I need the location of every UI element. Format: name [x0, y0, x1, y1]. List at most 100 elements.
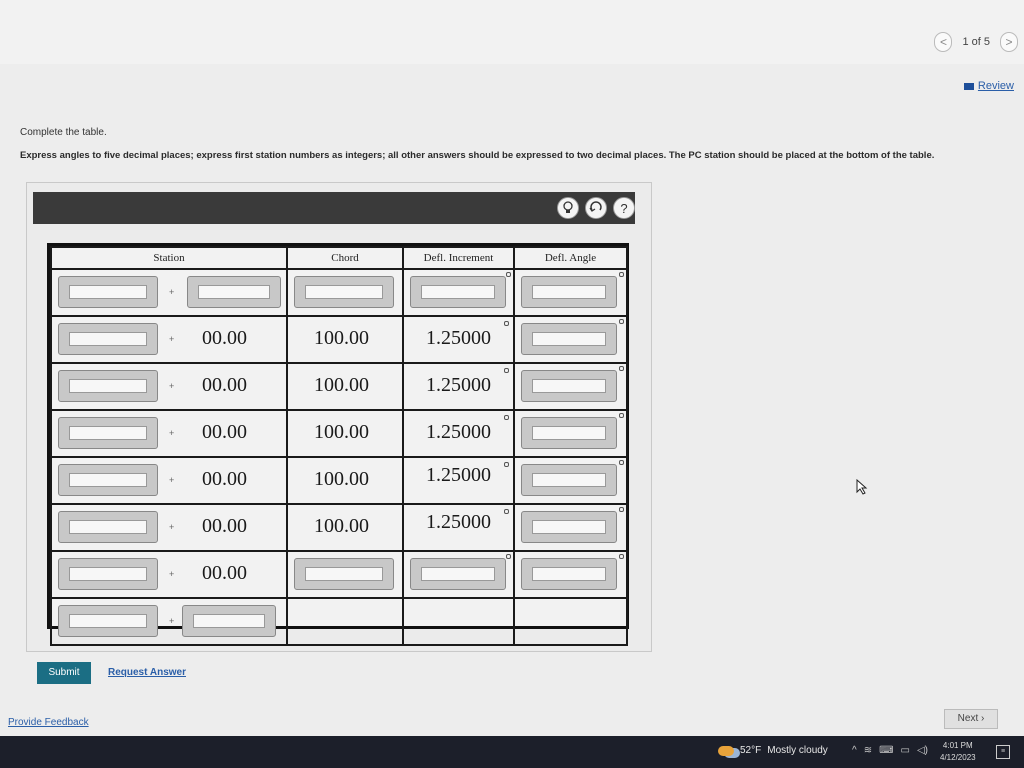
defl-increment-cell: 1.25000: [402, 315, 515, 364]
station-plus-value: 00.00: [202, 515, 247, 537]
station-plus-value: 00.00: [202, 327, 247, 349]
review-label[interactable]: Review: [978, 80, 1014, 92]
degree-icon: [619, 554, 624, 559]
table-row: + 00.00: [50, 550, 628, 599]
mouse-cursor-icon: [856, 478, 868, 498]
defl-angle-input[interactable]: [521, 464, 617, 496]
defl-angle-input[interactable]: [521, 370, 617, 402]
defl-increment-value: 1.25000: [426, 421, 491, 443]
provide-feedback-link[interactable]: Provide Feedback: [8, 717, 89, 728]
plus-sign: +: [169, 616, 175, 626]
station-number-input[interactable]: [58, 370, 158, 402]
question-counter: 1 of 5: [962, 36, 990, 48]
station-plus-input[interactable]: [182, 605, 276, 637]
chord-cell: [286, 268, 404, 317]
weather-condition: Mostly cloudy: [767, 745, 828, 756]
tray-chevron-icon[interactable]: ^: [852, 745, 857, 756]
station-cell: + 00.00: [50, 550, 288, 599]
keyboard-icon[interactable]: ⌨: [879, 745, 893, 756]
degree-icon: [504, 462, 509, 467]
volume-icon[interactable]: ◁): [917, 745, 928, 756]
request-answer-link[interactable]: Request Answer: [108, 667, 186, 678]
station-number-input[interactable]: [58, 558, 158, 590]
lightbulb-icon[interactable]: [557, 197, 579, 219]
defl-increment-cell: 1.25000: [402, 362, 515, 411]
submit-button[interactable]: Submit: [37, 662, 91, 684]
help-icon[interactable]: ?: [613, 197, 635, 219]
answer-panel: ? Station Chord Defl. Increment Defl. An…: [26, 182, 652, 652]
chord-cell: [286, 550, 404, 599]
defl-increment-cell: [402, 268, 515, 317]
defl-increment-input[interactable]: [410, 276, 506, 308]
network-icon[interactable]: ≋: [864, 745, 872, 756]
chevron-right-icon: ›: [981, 713, 985, 724]
defl-angle-cell: [513, 362, 628, 411]
weather-widget[interactable]: 52°F Mostly cloudy: [718, 745, 828, 756]
station-plus-value: 00.00: [202, 468, 247, 490]
defl-increment-cell: [402, 597, 515, 646]
plus-sign: +: [169, 287, 175, 297]
defl-angle-cell: [513, 597, 628, 646]
chord-input[interactable]: [294, 276, 394, 308]
defl-angle-input[interactable]: [521, 511, 617, 543]
defl-increment-cell: 1.25000: [402, 456, 515, 505]
chord-value: 100.00: [314, 421, 369, 443]
table-row: + 00.00 100.00 1.25000: [50, 409, 628, 458]
defl-angle-input[interactable]: [521, 417, 617, 449]
prev-question-button[interactable]: <: [934, 32, 953, 52]
defl-angle-input[interactable]: [521, 276, 617, 308]
next-button[interactable]: Next ›: [944, 709, 998, 729]
review-link[interactable]: Review: [963, 80, 1014, 92]
chord-cell: [286, 597, 404, 646]
chord-value: 100.00: [314, 374, 369, 396]
defl-angle-cell: [513, 268, 628, 317]
station-number-input[interactable]: [58, 511, 158, 543]
degree-icon: [504, 509, 509, 514]
defl-increment-value: 1.25000: [426, 327, 491, 349]
chord-value: 100.00: [314, 468, 369, 490]
table-row: +: [50, 268, 628, 317]
plus-sign: +: [169, 522, 175, 532]
next-question-button[interactable]: >: [1000, 32, 1018, 52]
plus-sign: +: [169, 381, 175, 391]
panel-toolbar: ?: [33, 192, 635, 224]
notification-icon[interactable]: ≡: [996, 745, 1010, 759]
defl-angle-input[interactable]: [521, 558, 617, 590]
chord-input[interactable]: [294, 558, 394, 590]
header-defl-angle: Defl. Angle: [513, 246, 628, 270]
degree-icon: [504, 415, 509, 420]
degree-icon: [506, 554, 511, 559]
battery-icon[interactable]: ▭: [901, 745, 910, 756]
degree-icon: [504, 321, 509, 326]
station-number-input[interactable]: [58, 417, 158, 449]
chord-cell: 100.00: [286, 409, 404, 458]
defl-increment-input[interactable]: [410, 558, 506, 590]
defl-angle-input[interactable]: [521, 323, 617, 355]
question-pager: < 1 of 5 >: [934, 32, 1018, 52]
degree-icon: [619, 366, 624, 371]
defl-increment-cell: [402, 550, 515, 599]
station-plus-input[interactable]: [187, 276, 281, 308]
weather-icon: [718, 745, 734, 756]
reset-icon[interactable]: [585, 197, 607, 219]
degree-icon: [619, 319, 624, 324]
station-number-input[interactable]: [58, 323, 158, 355]
station-cell: + 00.00: [50, 409, 288, 458]
station-number-input[interactable]: [58, 276, 158, 308]
station-plus-value: 00.00: [202, 562, 247, 584]
system-clock[interactable]: 4:01 PM 4/12/2023: [940, 740, 976, 764]
defl-angle-cell: [513, 503, 628, 552]
station-cell: + 00.00: [50, 315, 288, 364]
defl-angle-cell: [513, 409, 628, 458]
station-cell: + 00.00: [50, 456, 288, 505]
defl-angle-cell: [513, 456, 628, 505]
header-chord: Chord: [286, 246, 404, 270]
defl-increment-value: 1.25000: [426, 511, 491, 533]
station-number-input[interactable]: [58, 605, 158, 637]
defl-increment-value: 1.25000: [426, 374, 491, 396]
plus-sign: +: [169, 334, 175, 344]
station-number-input[interactable]: [58, 464, 158, 496]
chord-cell: 100.00: [286, 456, 404, 505]
chord-value: 100.00: [314, 515, 369, 537]
table-row: + 00.00 100.00 1.25000: [50, 456, 628, 505]
